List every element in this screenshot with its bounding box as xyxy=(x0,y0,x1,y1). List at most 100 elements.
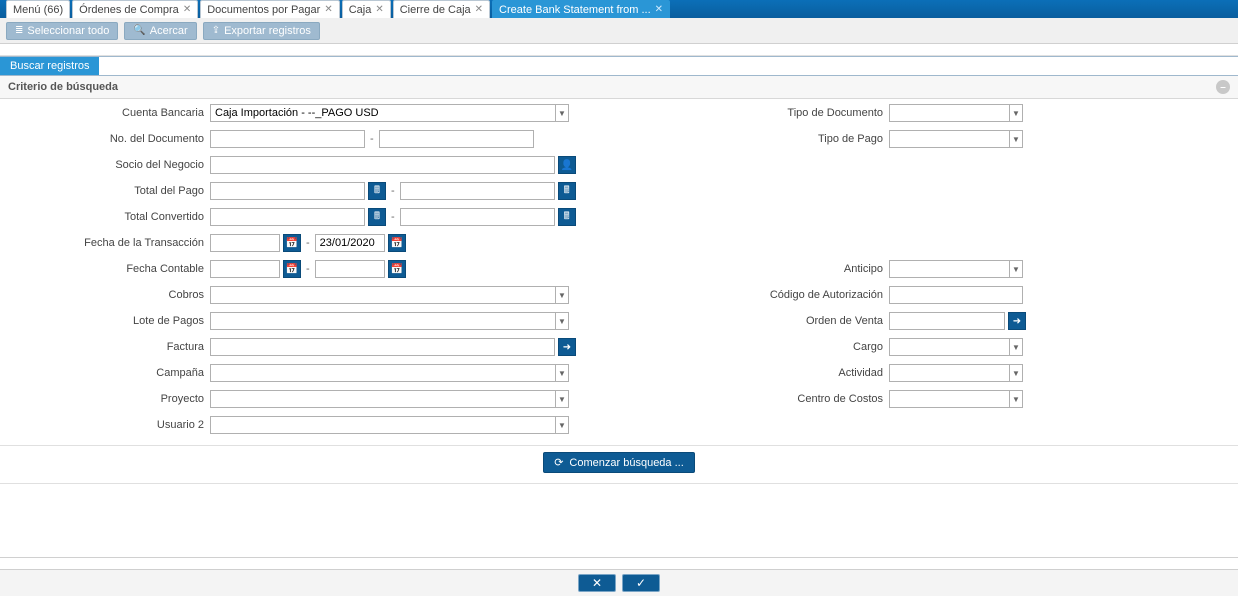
finish-bar: ✕ ✓ xyxy=(0,569,1238,596)
bpartner-input[interactable] xyxy=(210,156,555,174)
range-dash: - xyxy=(304,263,312,275)
calculator-icon: 🖩 xyxy=(564,183,570,200)
auth-code-input[interactable] xyxy=(889,286,1023,304)
date-picker-button[interactable]: 📅 xyxy=(388,260,406,278)
campaign-combo[interactable]: ▼ xyxy=(210,364,569,382)
doc-no-from-input[interactable] xyxy=(210,130,365,148)
form-col-left: Cuenta Bancaria ▼ No. del Documento - So… xyxy=(10,103,599,441)
chevron-down-icon[interactable]: ▼ xyxy=(1009,364,1023,382)
collapse-icon[interactable]: – xyxy=(1216,80,1230,94)
invoice-lookup-button[interactable]: ➜ xyxy=(558,338,576,356)
calc-button[interactable]: 🖩 xyxy=(368,208,386,226)
bpartner-lookup-button[interactable]: 👤 xyxy=(558,156,576,174)
label-pay-type: Tipo de Pago xyxy=(639,133,889,145)
pay-type-input[interactable] xyxy=(889,130,1009,148)
label-doc-no: No. del Documento xyxy=(10,133,210,145)
arrow-icon: ➜ xyxy=(1013,316,1021,327)
trx-date-from-input[interactable] xyxy=(210,234,280,252)
tab-create-bank-statement[interactable]: Create Bank Statement from ... ✕ xyxy=(492,0,670,18)
user2-input[interactable] xyxy=(210,416,555,434)
activity-combo[interactable]: ▼ xyxy=(889,364,1023,382)
charge-input[interactable] xyxy=(889,338,1009,356)
chevron-down-icon[interactable]: ▼ xyxy=(1009,338,1023,356)
calc-button[interactable]: 🖩 xyxy=(558,208,576,226)
tab-strip: Menú (66) Órdenes de Compra ✕ Documentos… xyxy=(0,0,1238,18)
chevron-down-icon[interactable]: ▼ xyxy=(555,390,569,408)
zoom-button[interactable]: 🔍 Acercar xyxy=(124,22,196,40)
close-icon[interactable]: ✕ xyxy=(655,4,663,15)
doc-type-input[interactable] xyxy=(889,104,1009,122)
ok-button[interactable]: ✓ xyxy=(622,574,660,592)
doc-no-to-input[interactable] xyxy=(379,130,534,148)
tab-cash-close[interactable]: Cierre de Caja ✕ xyxy=(393,0,490,18)
chevron-down-icon[interactable]: ▼ xyxy=(555,364,569,382)
pay-total-from-input[interactable] xyxy=(210,182,365,200)
sales-order-input[interactable] xyxy=(889,312,1005,330)
charge-combo[interactable]: ▼ xyxy=(889,338,1023,356)
chevron-down-icon[interactable]: ▼ xyxy=(1009,130,1023,148)
conv-total-to-input[interactable] xyxy=(400,208,555,226)
close-icon[interactable]: ✕ xyxy=(183,4,191,15)
calendar-icon: 📅 xyxy=(286,264,298,275)
bank-account-combo[interactable]: ▼ xyxy=(210,104,569,122)
panel-title: Criterio de búsqueda xyxy=(8,81,118,93)
sales-order-lookup-button[interactable]: ➜ xyxy=(1008,312,1026,330)
tab-docs-to-pay[interactable]: Documentos por Pagar ✕ xyxy=(200,0,340,18)
bank-account-input[interactable] xyxy=(210,104,555,122)
tab-label: Menú (66) xyxy=(13,4,63,16)
campaign-input[interactable] xyxy=(210,364,555,382)
acct-date-to-input[interactable] xyxy=(315,260,385,278)
cost-center-input[interactable] xyxy=(889,390,1009,408)
close-icon[interactable]: ✕ xyxy=(375,4,383,15)
advance-input[interactable] xyxy=(889,260,1009,278)
pay-total-to-input[interactable] xyxy=(400,182,555,200)
tab-purchase-orders[interactable]: Órdenes de Compra ✕ xyxy=(72,0,198,18)
chevron-down-icon[interactable]: ▼ xyxy=(1009,390,1023,408)
start-search-button[interactable]: ⟳ Comenzar búsqueda ... xyxy=(543,452,695,473)
label-activity: Actividad xyxy=(639,367,889,379)
pay-type-combo[interactable]: ▼ xyxy=(889,130,1023,148)
label-doc-type: Tipo de Documento xyxy=(639,107,889,119)
chevron-down-icon[interactable]: ▼ xyxy=(555,104,569,122)
chevron-down-icon[interactable]: ▼ xyxy=(555,416,569,434)
collections-combo[interactable]: ▼ xyxy=(210,286,569,304)
chevron-down-icon[interactable]: ▼ xyxy=(555,312,569,330)
calc-button[interactable]: 🖩 xyxy=(368,182,386,200)
pay-batch-combo[interactable]: ▼ xyxy=(210,312,569,330)
calc-button[interactable]: 🖩 xyxy=(558,182,576,200)
conv-total-from-input[interactable] xyxy=(210,208,365,226)
date-picker-button[interactable]: 📅 xyxy=(283,234,301,252)
form-col-right: Tipo de Documento ▼ Tipo de Pago ▼ Antic… xyxy=(639,103,1228,441)
pay-batch-input[interactable] xyxy=(210,312,555,330)
close-icon: ✕ xyxy=(592,576,602,590)
calculator-icon: 🖩 xyxy=(564,209,570,226)
calendar-icon: 📅 xyxy=(390,238,402,249)
tab-menu[interactable]: Menú (66) xyxy=(6,0,70,18)
doc-type-combo[interactable]: ▼ xyxy=(889,104,1023,122)
label-auth-code: Código de Autorización xyxy=(639,289,889,301)
acct-date-from-input[interactable] xyxy=(210,260,280,278)
export-button[interactable]: ⇪ Exportar registros xyxy=(203,22,320,40)
select-all-button[interactable]: ≣ Seleccionar todo xyxy=(6,22,118,40)
user2-combo[interactable]: ▼ xyxy=(210,416,569,434)
project-input[interactable] xyxy=(210,390,555,408)
activity-input[interactable] xyxy=(889,364,1009,382)
chevron-down-icon[interactable]: ▼ xyxy=(1009,260,1023,278)
trx-date-to-input[interactable] xyxy=(315,234,385,252)
invoice-input[interactable] xyxy=(210,338,555,356)
close-icon[interactable]: ✕ xyxy=(324,4,332,15)
cancel-button[interactable]: ✕ xyxy=(578,574,616,592)
collections-input[interactable] xyxy=(210,286,555,304)
close-icon[interactable]: ✕ xyxy=(475,4,483,15)
refresh-icon: ⟳ xyxy=(554,456,563,469)
advance-combo[interactable]: ▼ xyxy=(889,260,1023,278)
label-bpartner: Socio del Negocio xyxy=(10,159,210,171)
tab-cash[interactable]: Caja ✕ xyxy=(342,0,391,18)
date-picker-button[interactable]: 📅 xyxy=(388,234,406,252)
chevron-down-icon[interactable]: ▼ xyxy=(1009,104,1023,122)
project-combo[interactable]: ▼ xyxy=(210,390,569,408)
chevron-down-icon[interactable]: ▼ xyxy=(555,286,569,304)
date-picker-button[interactable]: 📅 xyxy=(283,260,301,278)
check-icon: ✓ xyxy=(636,576,646,590)
cost-center-combo[interactable]: ▼ xyxy=(889,390,1023,408)
